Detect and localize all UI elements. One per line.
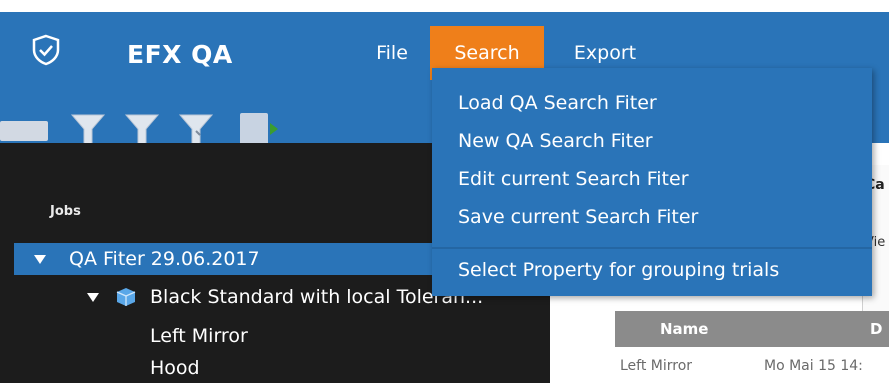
tree-leaf-hood[interactable]: Hood: [150, 357, 200, 379]
expand-icon[interactable]: [87, 293, 99, 302]
tree-item-root-label: QA Fiter 29.06.2017: [69, 248, 260, 270]
run-icon[interactable]: [270, 123, 278, 135]
column-header-date[interactable]: D: [870, 311, 882, 347]
standard-cube-icon: [116, 288, 136, 306]
menu-separator: [432, 247, 872, 249]
document-icon[interactable]: [240, 113, 268, 147]
tree-item-root[interactable]: QA Fiter 29.06.2017: [14, 243, 484, 275]
menu-item-group-property[interactable]: Select Property for grouping trials: [458, 259, 779, 281]
column-header-name[interactable]: Name: [660, 311, 708, 347]
folder-icon[interactable]: [0, 121, 48, 141]
expand-icon[interactable]: [34, 255, 46, 264]
tree-leaf-left-mirror[interactable]: Left Mirror: [150, 325, 248, 347]
window-top-border: [0, 0, 889, 12]
app-title: EFX QA: [127, 40, 233, 69]
menu-item-edit-filter[interactable]: Edit current Search Fiter: [458, 168, 689, 190]
search-dropdown-menu: Load QA Search Fiter New QA Search Fiter…: [432, 68, 872, 296]
table-row[interactable]: Left Mirror Mo Mai 15 14:: [620, 358, 889, 383]
menu-item-new-filter[interactable]: New QA Search Fiter: [458, 130, 653, 152]
cell-name: Left Mirror: [620, 358, 693, 374]
grid-header: Name D: [615, 311, 889, 347]
menu-item-load-filter[interactable]: Load QA Search Fiter: [458, 92, 657, 114]
menu-file[interactable]: File: [362, 26, 422, 80]
menu-item-save-filter[interactable]: Save current Search Fiter: [458, 206, 698, 228]
shield-check-icon[interactable]: [30, 34, 62, 66]
jobs-section-label: Jobs: [50, 204, 81, 219]
cell-date: Mo Mai 15 14:: [764, 358, 863, 374]
